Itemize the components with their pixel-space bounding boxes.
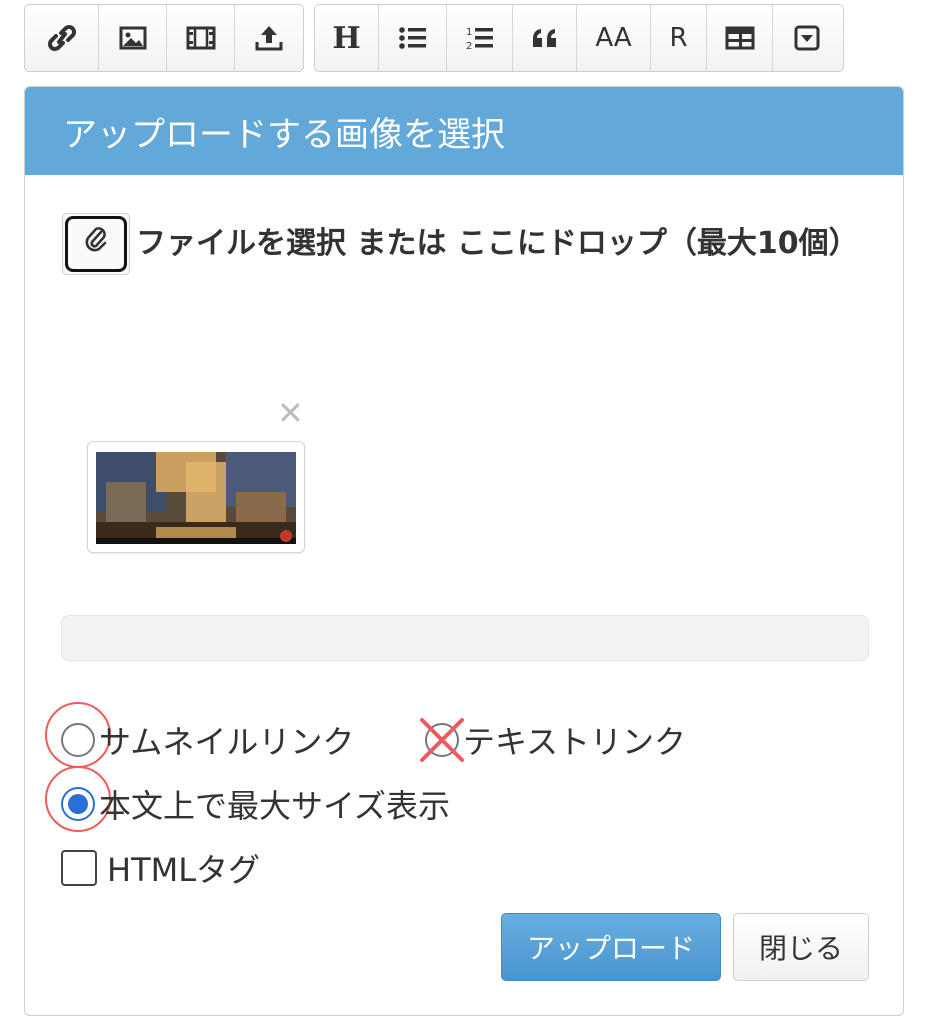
- toolbar-group-format: H 12 AA R: [314, 4, 844, 72]
- heading-icon: H: [332, 20, 361, 56]
- label-text-link: テキストリンク: [463, 723, 687, 761]
- image-thumbnail: [87, 441, 305, 553]
- film-icon: [186, 26, 216, 50]
- close-button[interactable]: 閉じる: [733, 913, 869, 981]
- paperclip-icon: [83, 213, 109, 275]
- bullet-list-icon: [398, 25, 428, 51]
- table-icon: [725, 26, 755, 50]
- radio-text-link[interactable]: [420, 718, 464, 762]
- option-thumbnail-link[interactable]: サムネイルリンク: [61, 717, 354, 763]
- numbered-list-icon: 12: [465, 24, 495, 52]
- table-button[interactable]: [707, 5, 773, 71]
- font-size-button[interactable]: AA: [577, 5, 651, 71]
- quote-button[interactable]: [513, 5, 577, 71]
- image-icon: [119, 26, 147, 50]
- option-text-link[interactable]: テキストリンク: [420, 717, 687, 763]
- svg-text:1: 1: [466, 27, 472, 38]
- quote-icon: [531, 27, 559, 49]
- dropzone[interactable]: ファイルを選択 または ここにドロップ（最大10個）: [62, 213, 872, 275]
- thumbnail-preview-image: [96, 452, 296, 544]
- toolbar-group-media: [24, 4, 304, 72]
- font-size-icon: AA: [595, 23, 632, 53]
- svg-text:2: 2: [466, 41, 472, 52]
- option-html-tag[interactable]: HTMLタグ: [61, 845, 260, 891]
- dialog-header: アップロードする画像を選択: [25, 87, 903, 175]
- dropdown-button[interactable]: [773, 5, 841, 71]
- label-html-tag: HTMLタグ: [107, 851, 261, 889]
- link-button[interactable]: [25, 5, 99, 71]
- ruby-icon: R: [669, 23, 688, 53]
- image-button[interactable]: [99, 5, 167, 71]
- bullet-list-button[interactable]: [379, 5, 447, 71]
- radio-thumbnail-link[interactable]: [61, 723, 95, 757]
- upload-button[interactable]: [235, 5, 303, 71]
- upload-dialog: アップロードする画像を選択 ファイルを選択 または ここにドロップ（最大10個）…: [24, 86, 904, 1016]
- dropzone-text: ファイルを選択 または ここにドロップ（最大10個）: [136, 226, 859, 261]
- label-thumbnail-link: サムネイルリンク: [99, 723, 355, 761]
- upload-submit-button[interactable]: アップロード: [501, 913, 721, 981]
- label-max-size: 本文上で最大サイズ表示: [99, 787, 451, 825]
- dialog-title: アップロードする画像を選択: [63, 114, 505, 155]
- remove-image-icon[interactable]: ✕: [277, 397, 304, 429]
- checkbox-html-tag[interactable]: [61, 850, 97, 886]
- link-icon: [45, 23, 79, 53]
- dropdown-icon: [794, 25, 820, 51]
- attach-frame: [65, 216, 127, 272]
- upload-icon: [254, 24, 284, 52]
- video-button[interactable]: [167, 5, 235, 71]
- attach-file-button[interactable]: [62, 213, 130, 275]
- option-max-size[interactable]: 本文上で最大サイズ表示: [61, 781, 450, 827]
- numbered-list-button[interactable]: 12: [447, 5, 513, 71]
- ruby-button[interactable]: R: [651, 5, 707, 71]
- radio-max-size[interactable]: [61, 787, 95, 821]
- heading-button[interactable]: H: [315, 5, 379, 71]
- upload-progress-bar: [61, 615, 869, 661]
- cross-mark-icon: [420, 718, 464, 762]
